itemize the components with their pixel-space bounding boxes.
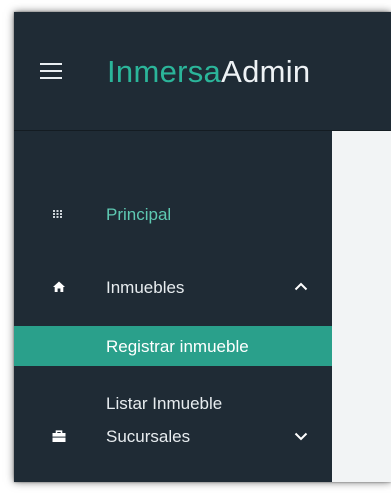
- top-navbar: InmersaAdmin: [14, 12, 391, 131]
- sidebar-item-label: Inmuebles: [106, 278, 185, 297]
- sidebar-item-sucursales[interactable]: Sucursales: [14, 416, 332, 456]
- hamburger-line: [40, 63, 62, 65]
- sidebar-item-label: Listar Inmueble: [106, 394, 223, 413]
- main-content-area: [332, 131, 391, 482]
- sidebar-item-label: Sucursales: [106, 427, 191, 446]
- chevron-up-icon[interactable]: [292, 278, 310, 296]
- app-window: InmersaAdmin Principal Inmuebles Registr…: [14, 12, 391, 482]
- chevron-down-icon[interactable]: [292, 427, 310, 445]
- hamburger-line: [40, 77, 62, 79]
- hamburger-line: [40, 70, 62, 72]
- brand-name-part2: Admin: [221, 54, 311, 89]
- sidebar-item-principal[interactable]: Principal: [14, 194, 332, 234]
- grid-icon: [50, 205, 68, 223]
- sidebar: Principal Inmuebles Registrar inmueble L…: [14, 131, 332, 482]
- sidebar-item-inmuebles[interactable]: Inmuebles: [14, 267, 332, 307]
- sidebar-subitem-registrar-inmueble[interactable]: Registrar inmueble: [14, 326, 332, 366]
- brand-name-part1: Inmersa: [107, 54, 222, 89]
- sidebar-item-label: Registrar inmueble: [106, 337, 249, 356]
- briefcase-icon: [50, 427, 68, 445]
- hamburger-icon[interactable]: [40, 63, 62, 81]
- sidebar-item-label: Principal: [106, 205, 172, 224]
- home-icon: [50, 278, 68, 296]
- brand-logo[interactable]: InmersaAdmin: [107, 52, 310, 92]
